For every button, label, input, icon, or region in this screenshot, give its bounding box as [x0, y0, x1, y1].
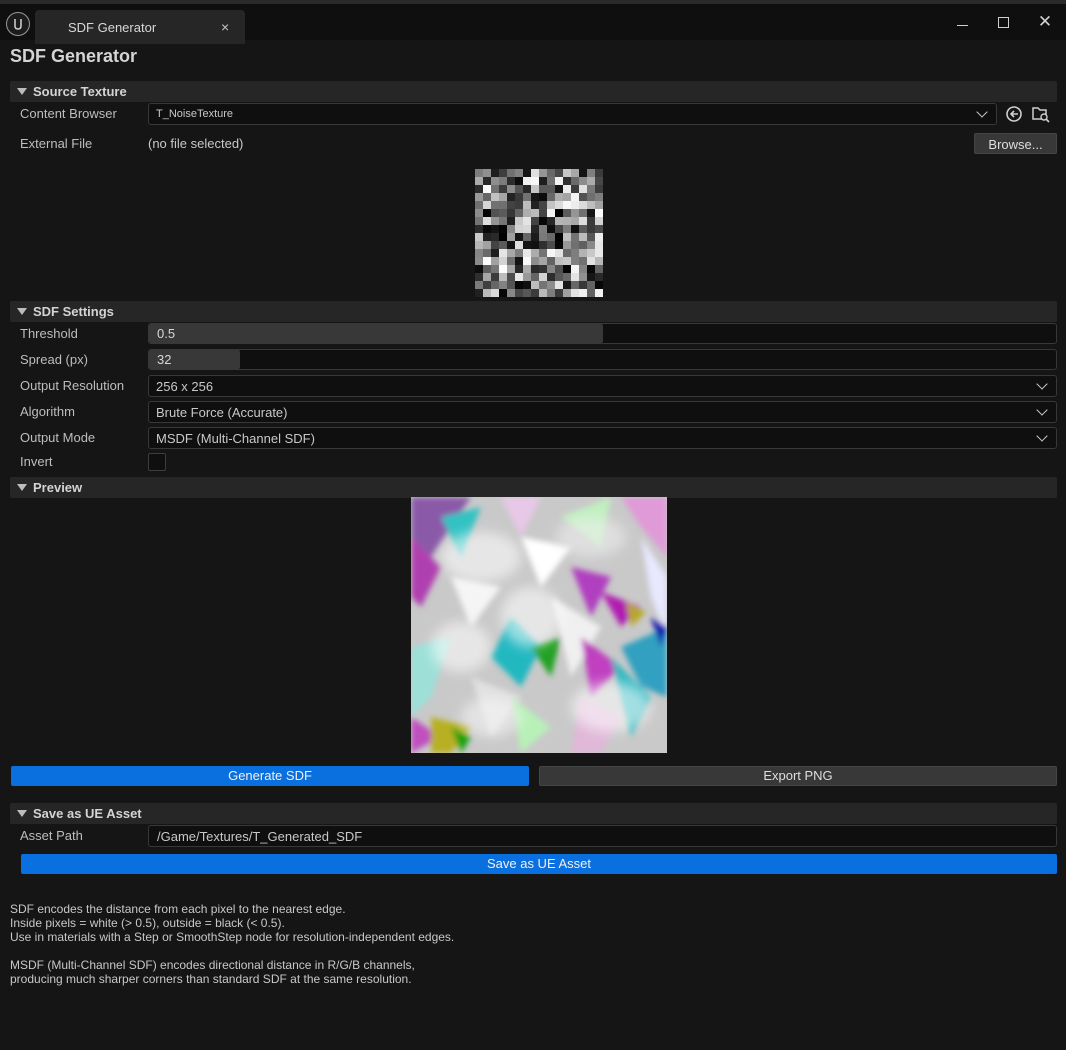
unreal-engine-logo-icon[interactable]	[6, 12, 30, 36]
input-value: /Game/Textures/T_Generated_SDF	[157, 829, 363, 844]
dropdown-value: 256 x 256	[156, 379, 214, 394]
threshold-label: Threshold	[20, 326, 78, 341]
dropdown-value: MSDF (Multi-Channel SDF)	[156, 431, 315, 446]
source-texture-thumbnail	[475, 169, 603, 297]
collapse-triangle-icon	[17, 484, 27, 491]
section-label: Save as UE Asset	[33, 806, 142, 821]
algorithm-dropdown[interactable]: Brute Force (Accurate)	[148, 401, 1057, 423]
output-resolution-dropdown[interactable]: 256 x 256	[148, 375, 1057, 397]
section-label: SDF Settings	[33, 304, 114, 319]
section-header-preview[interactable]: Preview	[10, 477, 1057, 498]
output-mode-label: Output Mode	[20, 430, 96, 445]
help-line: producing much sharper corners than stan…	[10, 972, 412, 986]
slider-value: 32	[157, 352, 172, 367]
chevron-down-icon	[976, 106, 988, 118]
tab-close-icon[interactable]: ×	[221, 19, 229, 35]
title-bar: SDF Generator × ✕	[0, 0, 1066, 44]
content-browser-asset-picker[interactable]: T_NoiseTexture	[148, 103, 997, 125]
chevron-down-icon	[1036, 430, 1048, 442]
help-line: Inside pixels = white (> 0.5), outside =…	[10, 916, 285, 930]
help-line: Use in materials with a Step or SmoothSt…	[10, 930, 455, 944]
invert-label: Invert	[20, 454, 53, 469]
chevron-down-icon	[1036, 404, 1048, 416]
external-file-label: External File	[20, 136, 93, 151]
maximize-icon[interactable]	[992, 14, 1014, 32]
help-line: SDF encodes the distance from each pixel…	[10, 902, 346, 916]
asset-path-label: Asset Path	[20, 828, 83, 843]
tab-label: SDF Generator	[68, 20, 157, 35]
dropdown-value: Brute Force (Accurate)	[156, 405, 288, 420]
section-header-sdf-settings[interactable]: SDF Settings	[10, 301, 1057, 322]
minimize-icon[interactable]	[951, 14, 973, 32]
section-label: Source Texture	[33, 84, 127, 99]
external-file-value: (no file selected)	[148, 136, 244, 151]
threshold-slider[interactable]: 0.5	[148, 323, 1057, 344]
collapse-triangle-icon	[17, 308, 27, 315]
invert-checkbox[interactable]	[148, 453, 166, 471]
section-header-source-texture[interactable]: Source Texture	[10, 81, 1057, 102]
help-line: MSDF (Multi-Channel SDF) encodes directi…	[10, 958, 415, 972]
output-resolution-label: Output Resolution	[20, 378, 125, 393]
section-label: Preview	[33, 480, 83, 495]
browse-to-asset-icon[interactable]	[1031, 105, 1050, 123]
tab-sdf-generator[interactable]: SDF Generator ×	[35, 10, 245, 44]
spread-label: Spread (px)	[20, 352, 88, 367]
output-mode-dropdown[interactable]: MSDF (Multi-Channel SDF)	[148, 427, 1057, 449]
collapse-triangle-icon	[17, 88, 27, 95]
collapse-triangle-icon	[17, 810, 27, 817]
slider-value: 0.5	[157, 326, 176, 341]
content-browser-label: Content Browser	[20, 106, 117, 121]
section-header-save-as-ue-asset[interactable]: Save as UE Asset	[10, 803, 1057, 824]
slider-fill	[149, 324, 603, 343]
help-text: SDF encodes the distance from each pixel…	[10, 902, 454, 986]
algorithm-label: Algorithm	[20, 404, 75, 419]
asset-path-input[interactable]: /Game/Textures/T_Generated_SDF	[148, 825, 1057, 847]
export-png-button[interactable]: Export PNG	[539, 766, 1057, 786]
close-window-icon[interactable]: ✕	[1034, 13, 1056, 32]
chevron-down-icon	[1036, 378, 1048, 390]
save-as-ue-asset-button[interactable]: Save as UE Asset	[21, 854, 1057, 874]
asset-picker-value: T_NoiseTexture	[156, 108, 234, 120]
spread-slider[interactable]: 32	[148, 349, 1057, 370]
sdf-preview-image	[411, 497, 667, 753]
panel-title: SDF Generator	[10, 46, 138, 66]
generate-sdf-button[interactable]: Generate SDF	[11, 766, 529, 786]
browse-button[interactable]: Browse...	[974, 133, 1057, 154]
use-selected-asset-icon[interactable]	[1005, 105, 1023, 123]
